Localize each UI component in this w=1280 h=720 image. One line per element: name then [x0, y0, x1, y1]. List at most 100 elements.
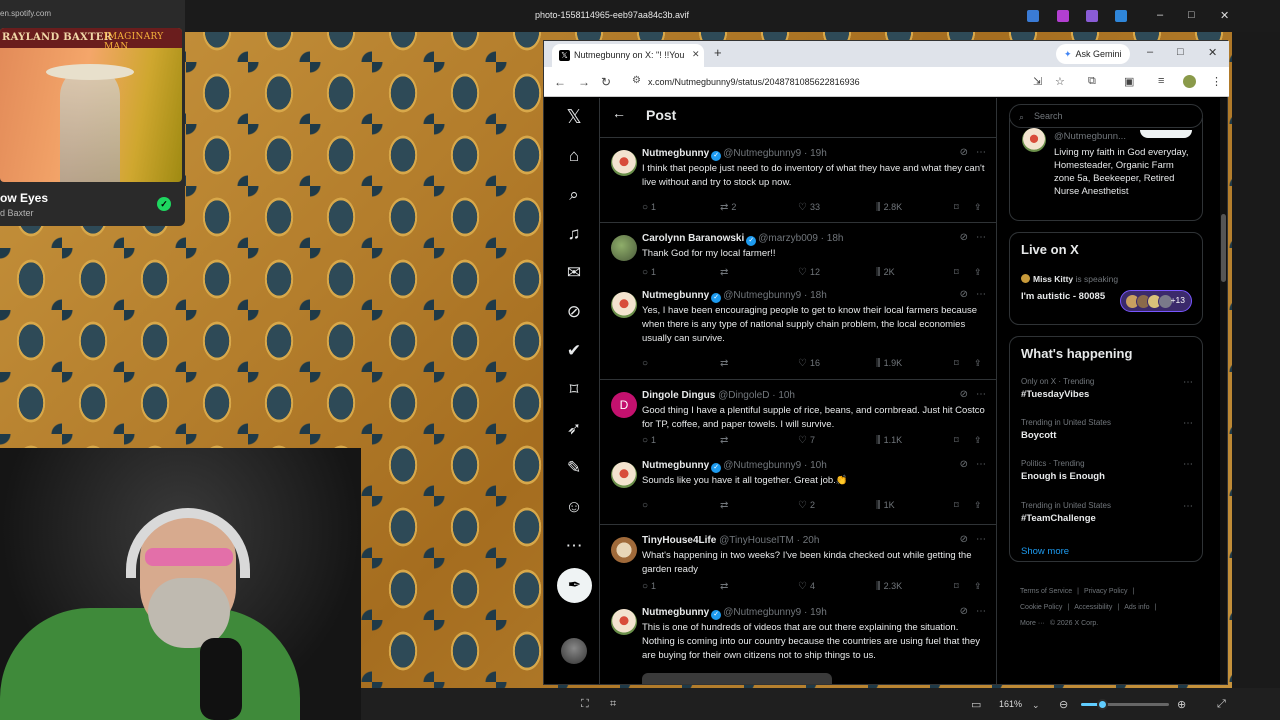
url-field[interactable]: x.com/Nutmegbunny9/status/20487810856228… — [626, 72, 1026, 92]
browser-minimize-button[interactable]: – — [1147, 46, 1153, 58]
tweet[interactable]: Nutmegbunny ✓ @Nutmegbunny9 · 10h ⊘ ⋯ Sound… — [600, 450, 996, 525]
account-avatar[interactable] — [561, 638, 587, 664]
tweet[interactable]: Carolynn Baranowski ✓ @marzyb009 · 18h ⊘ ⋯ … — [600, 223, 996, 284]
scrollbar-thumb[interactable] — [1221, 214, 1226, 282]
like-button[interactable]: ♡ 7 — [798, 435, 815, 446]
views-button[interactable]: ⫼ 2.3K — [876, 581, 902, 592]
communities-icon[interactable]: ✎ — [562, 456, 586, 480]
author-handle[interactable]: @marzyb009 — [758, 233, 818, 244]
author-handle[interactable]: @Nutmegbunny9 — [723, 460, 801, 471]
like-button[interactable]: ♡ 4 — [798, 581, 815, 592]
bookmark-icon[interactable]: ⌑ — [954, 358, 959, 369]
avatar[interactable]: D — [611, 392, 637, 418]
grok-icon[interactable]: ⊘ — [960, 389, 968, 400]
live-listeners[interactable]: +13 — [1120, 290, 1192, 312]
fit-screen-icon[interactable]: ▭ — [971, 698, 981, 711]
follow-button[interactable] — [1140, 130, 1192, 138]
notifications-bell-icon[interactable]: ♫ — [562, 222, 586, 246]
spotify-miniplayer[interactable]: en.spotify.com RAYLAND BAXTER IMAGINARY … — [0, 0, 185, 226]
author-name[interactable]: TinyHouse4Life — [642, 535, 716, 546]
trend-item[interactable]: Politics · Trending Enough is Enough ⋯ — [1021, 459, 1193, 482]
avatar[interactable] — [611, 235, 637, 261]
author-name[interactable]: Nutmegbunny — [642, 148, 709, 159]
cookie-link[interactable]: Cookie Policy — [1020, 604, 1062, 611]
bookmarks-icon[interactable]: ⌑ — [562, 378, 586, 402]
avatar[interactable] — [611, 292, 637, 318]
tab-active[interactable]: 𝕏 Nutmegbunny on X: "! !!You h ✕ — [552, 44, 704, 67]
grok-icon[interactable]: ⊘ — [562, 300, 586, 324]
edit-icon[interactable] — [1027, 10, 1039, 22]
tweet-time[interactable]: 19h — [810, 607, 827, 618]
more-options-icon[interactable]: ⋯ — [1183, 418, 1193, 429]
privacy-link[interactable]: Privacy Policy — [1084, 588, 1128, 595]
reply-button[interactable]: ○ — [642, 500, 651, 511]
trend-item[interactable]: Trending in United States #TeamChallenge… — [1021, 501, 1193, 524]
new-tab-button[interactable]: + — [714, 45, 722, 60]
reply-button[interactable]: ○ 1 — [642, 202, 656, 213]
forward-icon[interactable]: → — [578, 75, 590, 89]
tweet[interactable]: Nutmegbunny ✓ @Nutmegbunny9 · 19h ⊘ ⋯ This … — [600, 597, 996, 684]
more-options-icon[interactable]: ⋯ — [976, 147, 986, 158]
zoom-out-icon[interactable]: ⊖ — [1059, 698, 1068, 711]
tweet-time[interactable]: 20h — [803, 535, 820, 546]
bookmark-icon[interactable]: ⌑ — [954, 581, 959, 592]
maximize-button[interactable]: □ — [1188, 9, 1195, 21]
bookmark-star-icon[interactable]: ☆ — [1055, 75, 1065, 88]
zoom-slider[interactable] — [1081, 699, 1169, 710]
page-scrollbar[interactable] — [1220, 98, 1227, 684]
author-handle[interactable]: @Nutmegbunny9 — [723, 290, 801, 301]
author-handle[interactable]: @Nutmegbunny9 — [723, 607, 801, 618]
reply-button[interactable]: ○ — [642, 358, 651, 369]
views-button[interactable]: ⫼ 1.1K — [876, 435, 902, 446]
avatar[interactable] — [611, 462, 637, 488]
views-button[interactable]: ⫼ 1.9K — [876, 358, 902, 369]
extensions-icon[interactable]: ⧉ — [1088, 75, 1096, 88]
author-handle[interactable]: @Nutmegbunn... — [1054, 131, 1126, 142]
repost-button[interactable]: ⇄ — [720, 358, 731, 369]
grok-icon[interactable]: ⊘ — [960, 289, 968, 300]
tweet-time[interactable]: 18h — [827, 233, 844, 244]
zoom-slider-handle[interactable] — [1097, 699, 1109, 710]
ask-gemini-button[interactable]: ✦ Ask Gemini — [1056, 44, 1130, 64]
live-space-title[interactable]: I'm autistic - 80085 — [1021, 290, 1111, 303]
tab-close-button[interactable]: ✕ — [692, 49, 700, 60]
video-icon[interactable] — [1086, 10, 1098, 22]
share-icon[interactable]: ⇪ — [974, 202, 982, 213]
crop-icon[interactable]: ⛶ — [581, 698, 589, 711]
avatar[interactable] — [611, 609, 637, 635]
more-options-icon[interactable]: ⋯ — [976, 459, 986, 470]
fullscreen-icon[interactable]: ⤢ — [1217, 698, 1226, 711]
grok-icon[interactable]: ⊘ — [960, 147, 968, 158]
views-button[interactable]: ⫼ 2K — [876, 267, 895, 278]
repost-button[interactable]: ⇄ — [720, 267, 731, 278]
tweet-time[interactable]: 10h — [778, 390, 795, 401]
bookmark-icon[interactable]: ⌑ — [954, 500, 959, 511]
author-name[interactable]: Dingole Dingus — [642, 390, 715, 401]
more-options-icon[interactable]: ⋯ — [976, 232, 986, 243]
grok-icon[interactable]: ⊘ — [960, 232, 968, 243]
views-button[interactable]: ⫼ 2.8K — [876, 202, 902, 213]
back-icon[interactable]: ← — [554, 75, 566, 89]
author-name[interactable]: Nutmegbunny — [642, 290, 709, 301]
more-options-icon[interactable]: ⋯ — [976, 289, 986, 300]
reading-list-icon[interactable]: ≡ — [1158, 75, 1164, 87]
install-app-icon[interactable]: ⇲ — [1033, 75, 1042, 88]
sidebar-icon[interactable]: ▣ — [1124, 75, 1134, 88]
like-button[interactable]: ♡ 16 — [798, 358, 820, 369]
zoom-level[interactable]: 161% — [999, 699, 1022, 709]
terms-link[interactable]: Terms of Service — [1020, 588, 1072, 595]
author-handle[interactable]: @DingoleD — [718, 390, 769, 401]
views-button[interactable]: ⫼ 1K — [876, 500, 895, 511]
show-more-link[interactable]: Show more — [1021, 546, 1069, 557]
tweet-time[interactable]: 19h — [810, 148, 827, 159]
compose-post-button[interactable]: ✒ — [557, 568, 592, 603]
minimize-button[interactable]: – — [1157, 9, 1163, 21]
avatar[interactable] — [611, 150, 637, 176]
repost-button[interactable]: ⇄ — [720, 500, 731, 511]
avatar[interactable] — [611, 537, 637, 563]
profile-icon[interactable]: ☺ — [562, 495, 586, 519]
tweet[interactable]: Nutmegbunny ✓ @Nutmegbunny9 · 18h ⊘ ⋯ Yes, … — [600, 284, 996, 380]
browser-maximize-button[interactable]: □ — [1177, 46, 1184, 58]
author-name[interactable]: Carolynn Baranowski — [642, 233, 744, 244]
more-options-icon[interactable]: ⋯ — [976, 534, 986, 545]
